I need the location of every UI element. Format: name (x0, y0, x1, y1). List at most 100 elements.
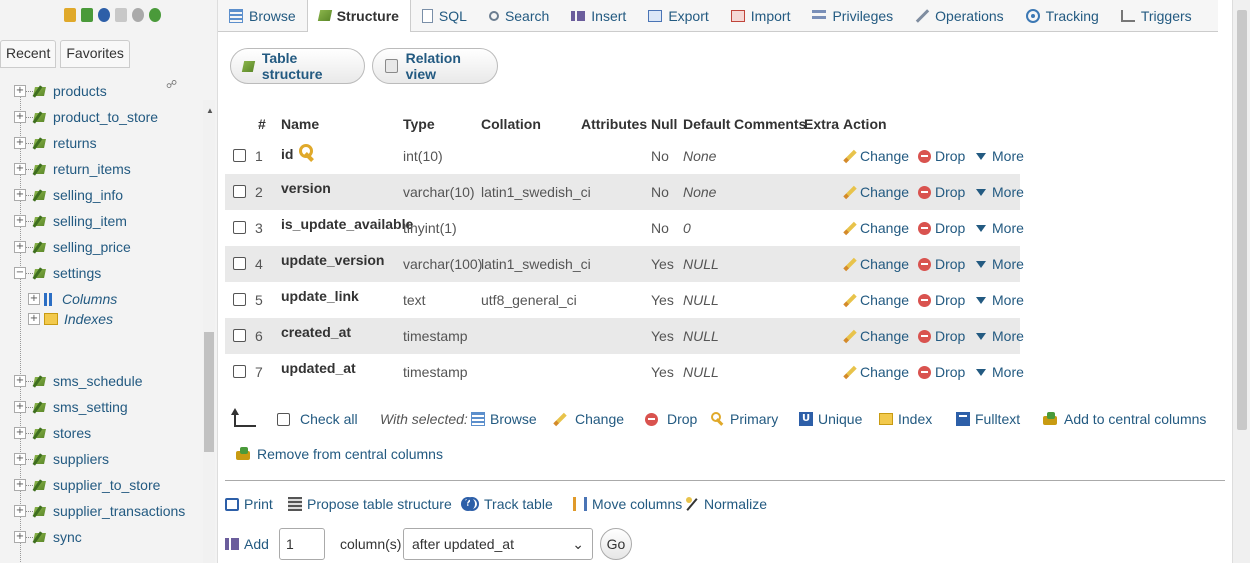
drop-link[interactable]: Drop (918, 220, 965, 236)
nav-table-supplier_to_store[interactable]: + supplier_to_store (14, 474, 160, 496)
docs-icon[interactable] (115, 8, 127, 22)
normalize-link[interactable]: Normalize (685, 496, 767, 512)
expand-icon[interactable]: + (14, 215, 26, 227)
expand-icon[interactable]: + (28, 293, 40, 305)
drop-link[interactable]: Drop (918, 292, 965, 308)
expand-icon[interactable]: + (14, 241, 26, 253)
change-link[interactable]: Change (843, 184, 909, 200)
expand-icon[interactable]: + (14, 427, 26, 439)
expand-icon[interactable]: + (14, 505, 26, 517)
bulk-browse-button[interactable]: Browse (471, 411, 537, 427)
nav-table-sms_schedule[interactable]: + sms_schedule (14, 370, 143, 392)
check-all[interactable]: Check all (277, 411, 358, 427)
change-link[interactable]: Change (843, 148, 909, 164)
tab-sql[interactable]: SQL (411, 0, 478, 32)
row-checkbox[interactable] (233, 293, 246, 306)
change-link[interactable]: Change (843, 328, 909, 344)
reload-icon[interactable] (149, 8, 161, 22)
bulk-remove-central-button[interactable]: Remove from central columns (236, 446, 443, 462)
expand-icon[interactable]: + (14, 189, 26, 201)
expand-icon[interactable]: + (14, 453, 26, 465)
tab-triggers[interactable]: Triggers (1110, 0, 1203, 32)
help-icon[interactable] (98, 8, 110, 22)
tab-search[interactable]: Search (478, 0, 560, 32)
expand-icon[interactable]: + (14, 375, 26, 387)
move-columns-link[interactable]: Move columns (573, 496, 682, 512)
change-link[interactable]: Change (843, 220, 909, 236)
expand-icon[interactable]: + (14, 163, 26, 175)
nav-table-products[interactable]: + products (14, 80, 107, 102)
propose-structure-link[interactable]: Propose table structure? (288, 496, 475, 512)
row-checkbox[interactable] (233, 149, 246, 162)
track-table-link[interactable]: Track table (465, 496, 553, 512)
table-structure-button[interactable]: Table structure (230, 48, 365, 84)
more-dropdown[interactable]: More (976, 220, 1024, 236)
more-dropdown[interactable]: More (976, 148, 1024, 164)
settings-gear-icon[interactable] (132, 8, 144, 22)
nav-table-supplier_transactions[interactable]: + supplier_transactions (14, 500, 185, 522)
expand-icon[interactable]: + (28, 313, 40, 325)
tab-operations[interactable]: Operations (904, 0, 1014, 32)
tab-import[interactable]: Import (720, 0, 802, 32)
row-checkbox[interactable] (233, 365, 246, 378)
expand-icon[interactable]: + (14, 137, 26, 149)
go-button[interactable]: Go (600, 528, 632, 560)
page-scrollbar[interactable] (1232, 0, 1250, 563)
more-dropdown[interactable]: More (976, 364, 1024, 380)
nav-table-product_to_store[interactable]: + product_to_store (14, 106, 158, 128)
nav-columns-node[interactable]: + Columns (28, 288, 117, 310)
tab-browse[interactable]: Browse (218, 0, 307, 32)
nav-table-sms_setting[interactable]: + sms_setting (14, 396, 128, 418)
check-all-checkbox[interactable] (277, 412, 290, 426)
more-dropdown[interactable]: More (976, 256, 1024, 272)
bulk-change-button[interactable]: Change (553, 411, 624, 427)
row-checkbox[interactable] (233, 221, 246, 234)
add-column-count-input[interactable] (279, 528, 325, 560)
tab-structure[interactable]: Structure (306, 0, 411, 32)
nav-table-selling_info[interactable]: + selling_info (14, 184, 123, 206)
drop-link[interactable]: Drop (918, 148, 965, 164)
row-checkbox[interactable] (233, 185, 246, 198)
more-dropdown[interactable]: More (976, 292, 1024, 308)
bulk-index-button[interactable]: Index (879, 411, 932, 427)
collapse-icon[interactable]: − (14, 267, 26, 279)
more-dropdown[interactable]: More (976, 184, 1024, 200)
nav-indexes-node[interactable]: + Indexes (28, 308, 113, 330)
nav-table-return_items[interactable]: + return_items (14, 158, 131, 180)
row-checkbox[interactable] (233, 329, 246, 342)
bulk-add-central-button[interactable]: Add to central columns (1043, 411, 1206, 427)
row-checkbox[interactable] (233, 257, 246, 270)
drop-link[interactable]: Drop (918, 328, 965, 344)
nav-table-suppliers[interactable]: + suppliers (14, 448, 109, 470)
collapse-link-icon[interactable]: ☍ (166, 78, 177, 91)
change-link[interactable]: Change (843, 292, 909, 308)
nav-tab-recent[interactable]: Recent (0, 40, 57, 68)
drop-link[interactable]: Drop (918, 364, 965, 380)
drop-link[interactable]: Drop (918, 184, 965, 200)
nav-scrollbar[interactable]: ▲ (203, 100, 215, 563)
nav-table-returns[interactable]: + returns (14, 132, 97, 154)
bulk-unique-button[interactable]: U Unique (799, 411, 862, 427)
expand-icon[interactable]: + (14, 531, 26, 543)
change-link[interactable]: Change (843, 256, 909, 272)
home-icon[interactable] (64, 8, 76, 22)
expand-icon[interactable]: + (14, 111, 26, 123)
tab-export[interactable]: Export (637, 0, 719, 32)
more-dropdown[interactable]: More (976, 328, 1024, 344)
print-link[interactable]: Print (225, 496, 273, 512)
expand-icon[interactable]: + (14, 85, 26, 97)
nav-table-selling_price[interactable]: + selling_price (14, 236, 131, 258)
drop-link[interactable]: Drop (918, 256, 965, 272)
nav-scrollbar-thumb[interactable] (204, 332, 214, 452)
change-link[interactable]: Change (843, 364, 909, 380)
nav-table-stores[interactable]: + stores (14, 422, 91, 444)
bulk-drop-button[interactable]: Drop (645, 411, 697, 427)
column-position-select[interactable]: after updated_at ⌄ (403, 528, 593, 560)
nav-table-selling_item[interactable]: + selling_item (14, 210, 127, 232)
scroll-up-icon[interactable]: ▲ (206, 106, 214, 115)
logout-icon[interactable] (81, 8, 93, 22)
relation-view-button[interactable]: Relation view (372, 48, 498, 84)
tab-tracking[interactable]: Tracking (1015, 0, 1110, 32)
nav-table-settings[interactable]: − settings (14, 262, 101, 284)
bulk-primary-button[interactable]: Primary (711, 411, 778, 427)
